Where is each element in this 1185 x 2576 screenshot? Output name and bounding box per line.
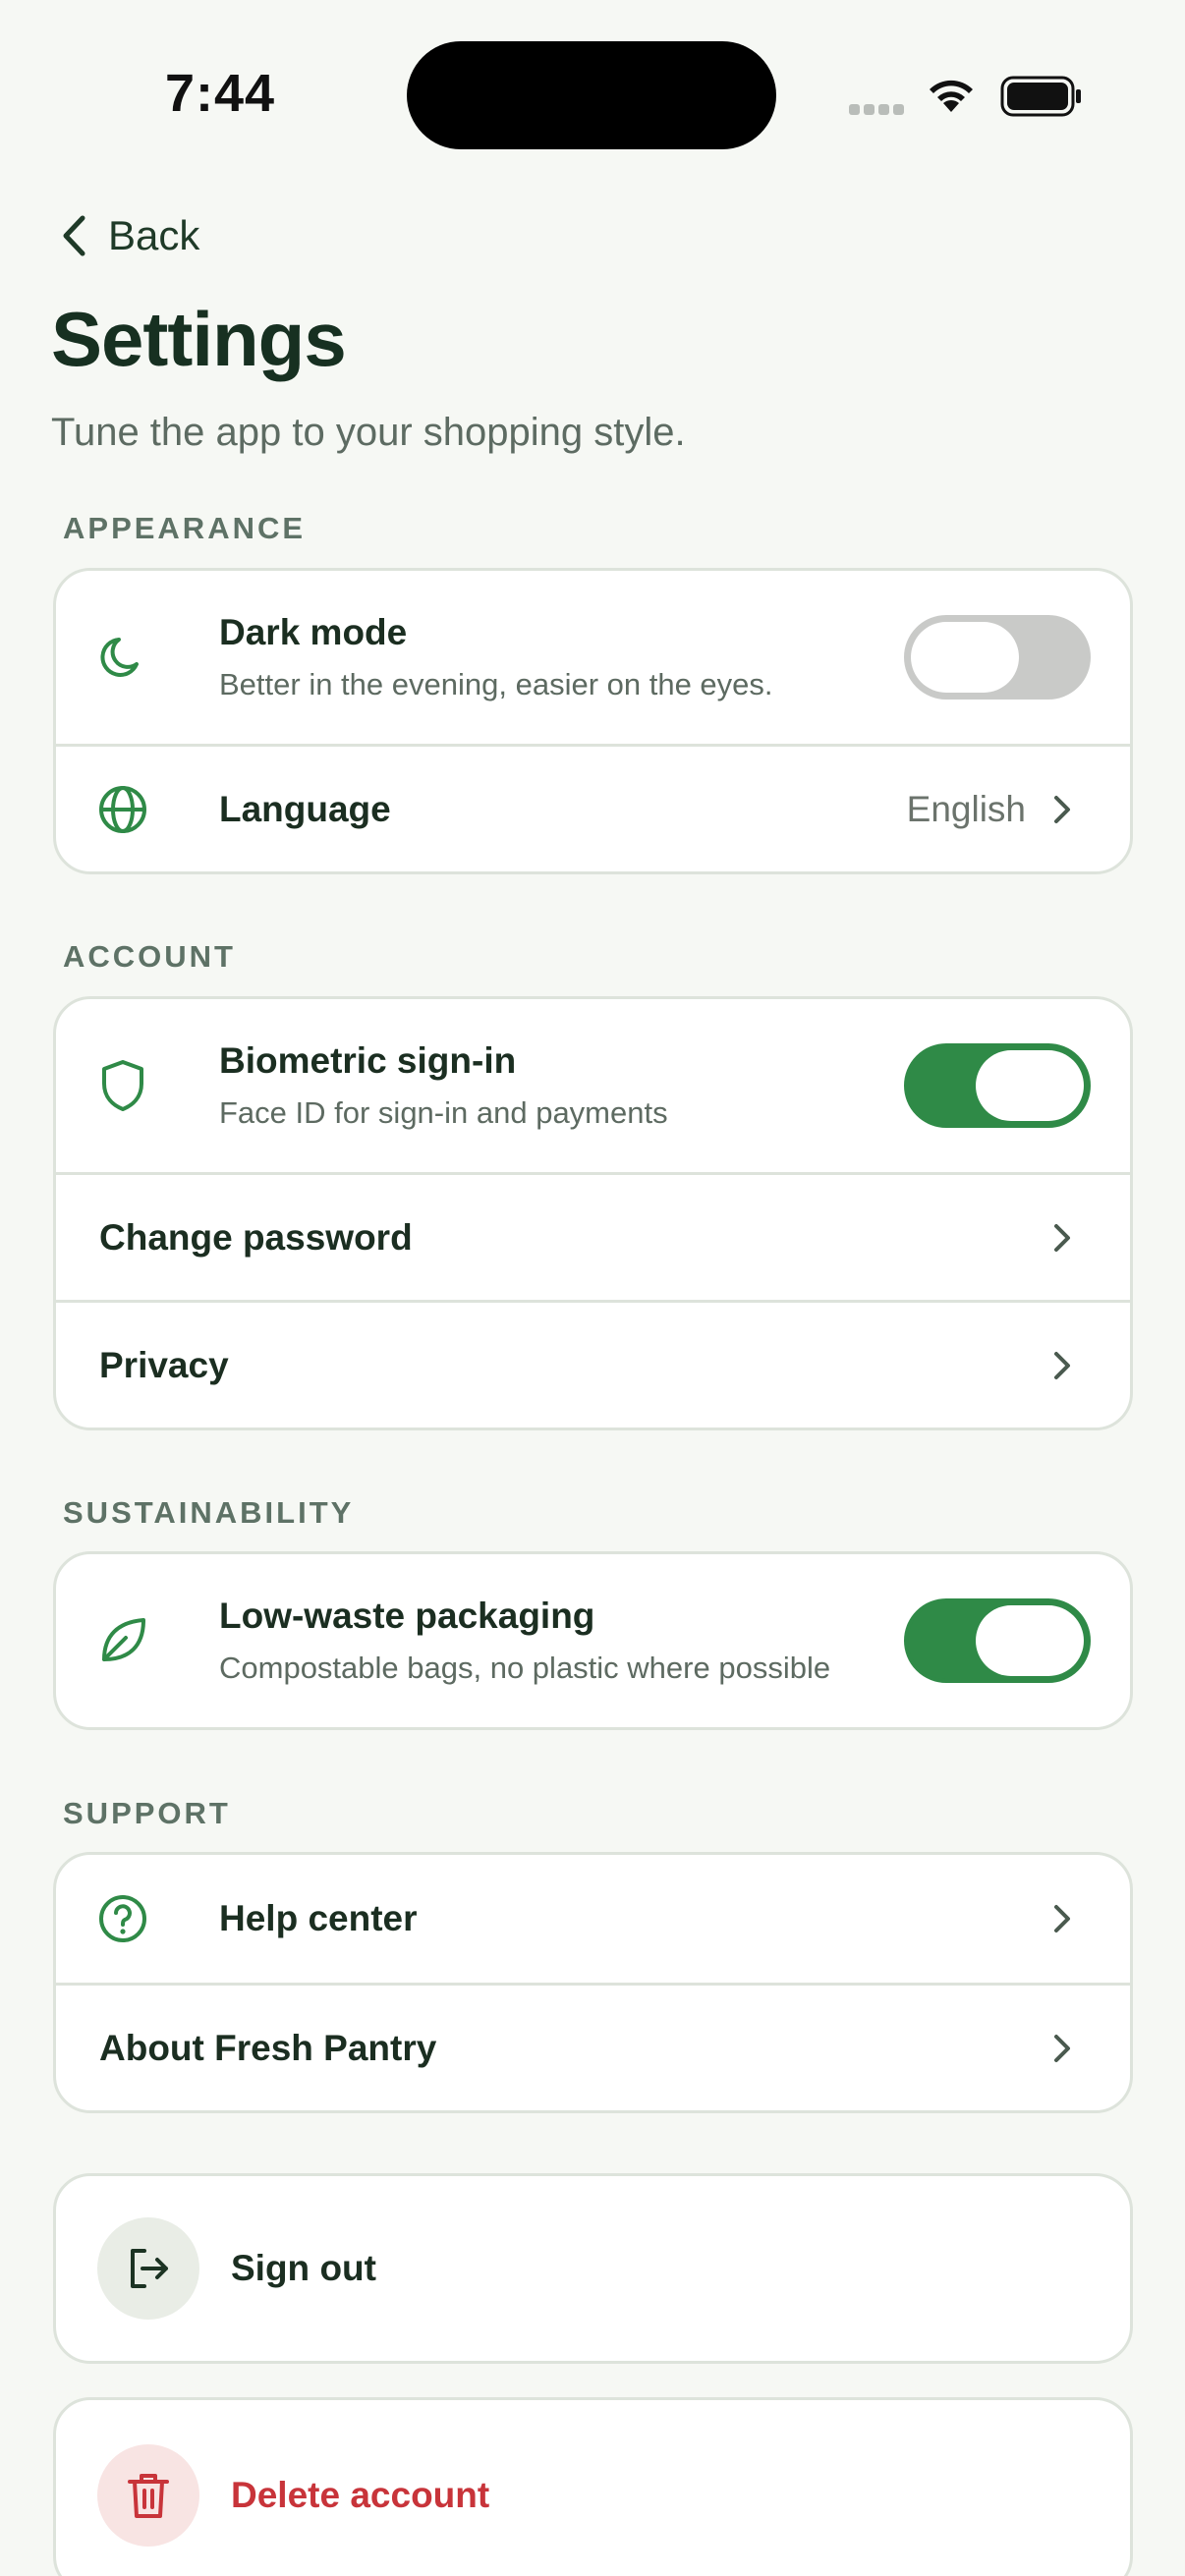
trash-icon — [97, 2444, 199, 2547]
page-title: Settings — [51, 296, 347, 382]
privacy-row[interactable]: Privacy — [56, 1300, 1130, 1428]
low-waste-row: Low-waste packaging Compostable bags, no… — [56, 1554, 1130, 1727]
sign-out-icon — [97, 2217, 199, 2320]
back-label: Back — [108, 212, 200, 258]
help-center-row[interactable]: Help center — [56, 1855, 1130, 1983]
wifi-icon — [930, 80, 973, 112]
help-circle-icon — [95, 1891, 150, 1946]
sustainability-card: Low-waste packaging Compostable bags, no… — [53, 1551, 1133, 1730]
language-title: Language — [219, 788, 391, 829]
section-label-support: SUPPORT — [63, 1796, 231, 1830]
status-bar: 7:44 — [0, 0, 1185, 196]
appearance-card: Dark mode Better in the evening, easier … — [53, 568, 1133, 874]
biometric-subtitle: Face ID for sign-in and payments — [219, 1095, 668, 1130]
chevron-right-icon — [1053, 1351, 1071, 1380]
change-password-row[interactable]: Change password — [56, 1172, 1130, 1300]
delete-account-button[interactable]: Delete account — [53, 2397, 1133, 2576]
chevron-right-icon — [1053, 795, 1071, 824]
toggle-knob — [976, 1605, 1084, 1676]
section-label-appearance: APPEARANCE — [63, 511, 307, 545]
biometric-row: Biometric sign-in Face ID for sign-in an… — [56, 999, 1130, 1172]
page-subtitle: Tune the app to your shopping style. — [51, 411, 686, 454]
chevron-right-icon — [1053, 1223, 1071, 1253]
change-password-title: Change password — [99, 1216, 413, 1258]
battery-icon — [1000, 76, 1081, 117]
cellular-signal-icon — [849, 102, 908, 120]
chevron-right-icon — [1053, 2034, 1071, 2063]
moon-icon — [95, 630, 150, 685]
shield-icon — [95, 1058, 150, 1113]
status-time: 7:44 — [165, 64, 276, 123]
biometric-toggle[interactable] — [904, 1043, 1091, 1128]
dark-mode-title: Dark mode — [219, 612, 408, 652]
dynamic-island — [407, 41, 776, 149]
language-value: English — [906, 788, 1026, 829]
low-waste-toggle[interactable] — [904, 1598, 1091, 1683]
support-card: Help center About Fresh Pantry — [53, 1852, 1133, 2113]
language-row[interactable]: Language English — [56, 744, 1130, 871]
help-center-title: Help center — [219, 1898, 418, 1938]
privacy-title: Privacy — [99, 1344, 229, 1385]
dark-mode-toggle[interactable] — [904, 615, 1091, 700]
back-button[interactable]: Back — [61, 204, 199, 267]
chevron-right-icon — [1053, 1904, 1071, 1933]
about-row[interactable]: About Fresh Pantry — [56, 1983, 1130, 2110]
toggle-knob — [911, 622, 1019, 693]
sign-out-label: Sign out — [231, 2248, 376, 2288]
leaf-icon — [95, 1613, 150, 1668]
sign-out-button[interactable]: Sign out — [53, 2173, 1133, 2364]
dark-mode-row: Dark mode Better in the evening, easier … — [56, 571, 1130, 744]
section-label-account: ACCOUNT — [63, 939, 236, 974]
delete-account-label: Delete account — [231, 2475, 490, 2515]
account-card: Biometric sign-in Face ID for sign-in an… — [53, 996, 1133, 1430]
low-waste-subtitle: Compostable bags, no plastic where possi… — [219, 1651, 831, 1685]
low-waste-title: Low-waste packaging — [219, 1596, 595, 1636]
biometric-title: Biometric sign-in — [219, 1040, 517, 1081]
section-label-sustainability: SUSTAINABILITY — [63, 1495, 355, 1530]
globe-icon — [95, 782, 150, 837]
toggle-knob — [976, 1050, 1084, 1121]
about-title: About Fresh Pantry — [99, 2027, 437, 2068]
chevron-left-icon — [63, 215, 85, 256]
dark-mode-subtitle: Better in the evening, easier on the eye… — [219, 667, 773, 701]
